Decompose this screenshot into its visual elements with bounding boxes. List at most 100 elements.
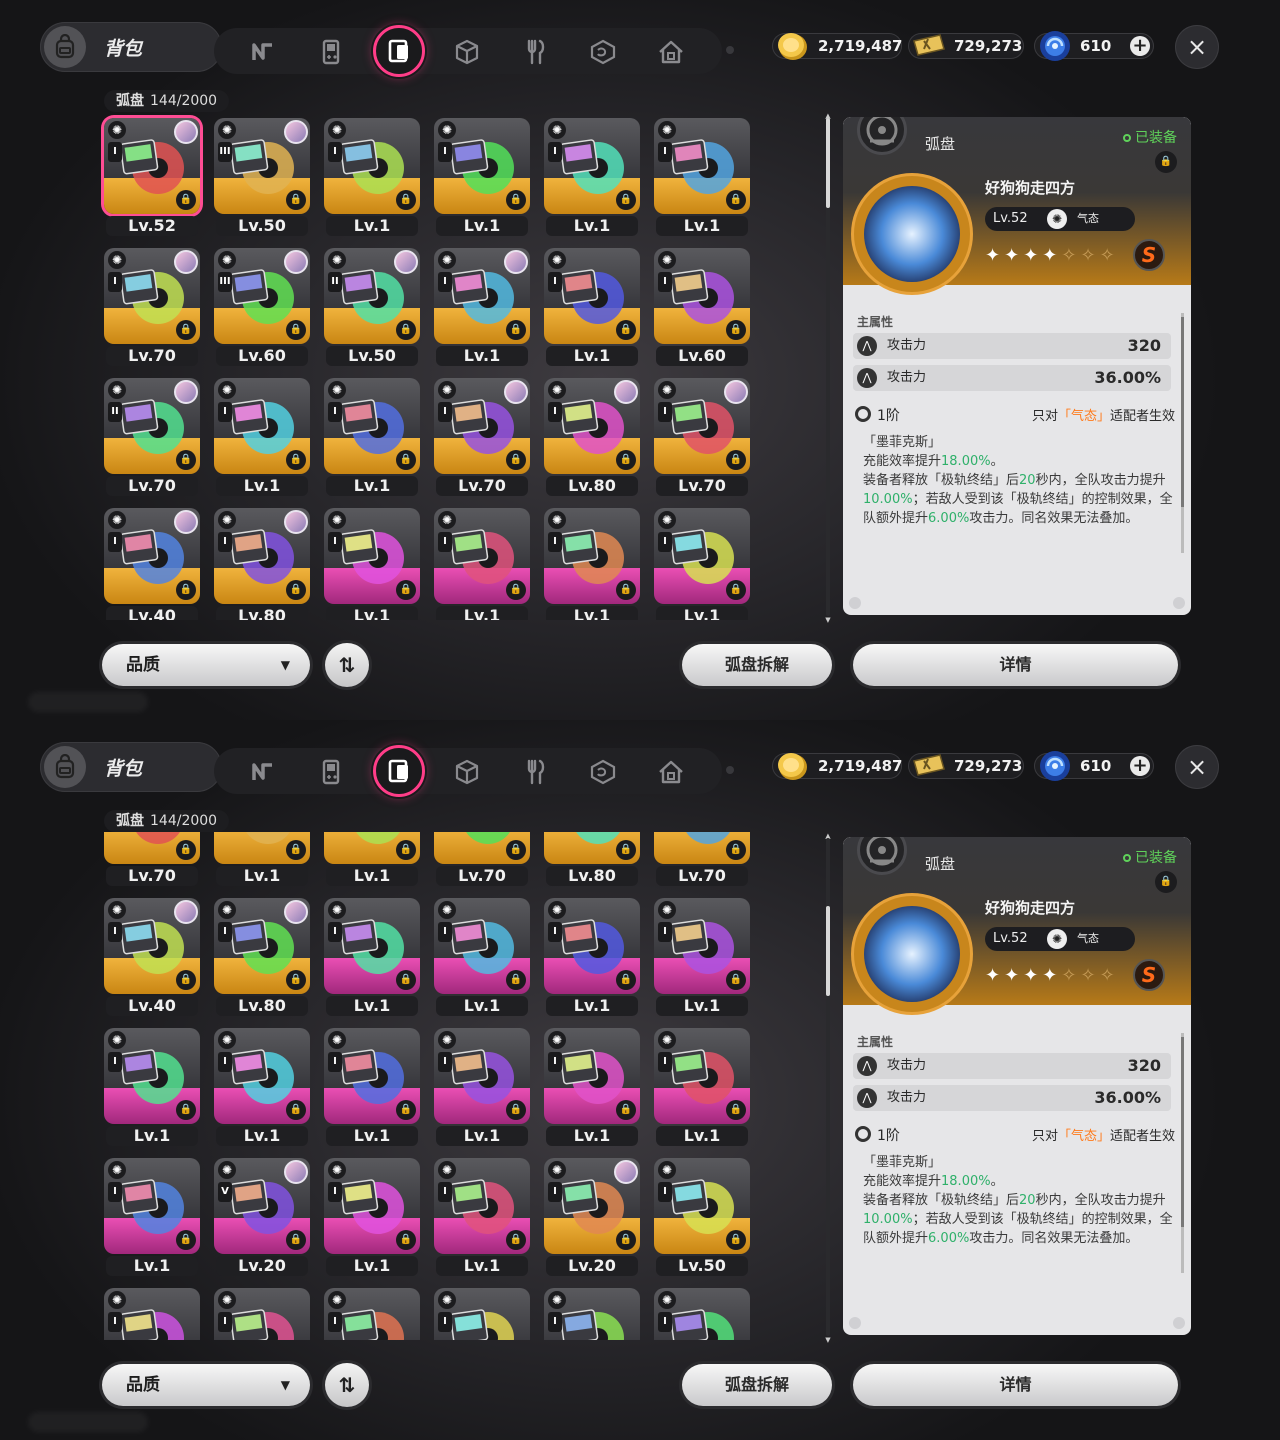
disc-card[interactable]: ✺ II 🔒: [104, 378, 200, 474]
disc-item[interactable]: ✺I🔒Lv.1: [324, 898, 420, 1016]
disc-item[interactable]: ✺I🔒Lv.1: [214, 832, 310, 886]
disc-item[interactable]: ✺I🔒Lv.1: [104, 1158, 200, 1276]
lock-icon[interactable]: 🔒: [616, 190, 636, 210]
disc-card[interactable]: ✺I🔒: [434, 1028, 530, 1124]
disc-card[interactable]: ✺I🔒: [544, 832, 640, 864]
disc-item[interactable]: ✺I🔒Lv.1: [434, 118, 530, 236]
disc-item[interactable]: ✺I🔒Lv.70: [654, 832, 750, 886]
lock-icon[interactable]: 🔒: [286, 1100, 306, 1120]
lock-icon[interactable]: 🔒: [286, 1230, 306, 1250]
lock-icon[interactable]: 🔒: [616, 320, 636, 340]
add-crystal-button[interactable]: +: [1130, 36, 1150, 56]
lock-icon[interactable]: 🔒: [506, 450, 526, 470]
disc-card[interactable]: ✺I🔒: [214, 378, 310, 474]
disc-card[interactable]: ✺I🔒: [324, 508, 420, 604]
cube-icon[interactable]: [450, 755, 484, 789]
disc-item[interactable]: ✺I🔒Lv.1: [434, 1158, 530, 1276]
lock-icon[interactable]: 🔒: [726, 1100, 746, 1120]
disc-card[interactable]: ✺ II 🔒: [324, 248, 420, 344]
handheld-console-icon[interactable]: [314, 755, 348, 789]
disc-card[interactable]: ✺I🔒: [434, 378, 530, 474]
disc-card[interactable]: ✺I🔒: [654, 508, 750, 604]
sort-toggle-button[interactable]: ⇅: [325, 1363, 369, 1407]
disc-card[interactable]: ✺I🔒: [654, 1288, 750, 1340]
disc-card[interactable]: ✺I🔒: [104, 1288, 200, 1340]
disc-item[interactable]: ✺I🔒: [104, 1288, 200, 1340]
disc-item[interactable]: ✺I🔒Lv.1: [654, 1028, 750, 1146]
disc-item[interactable]: ✺I🔒Lv.1: [324, 1028, 420, 1146]
disc-card[interactable]: ✺I🔒: [324, 1288, 420, 1340]
disc-card[interactable]: ✺I🔒: [544, 378, 640, 474]
lock-icon[interactable]: 🔒: [286, 970, 306, 990]
lock-icon[interactable]: 🔒: [176, 1230, 196, 1250]
disc-card[interactable]: ✺I🔒: [434, 898, 530, 994]
lock-icon[interactable]: 🔒: [726, 580, 746, 600]
quality-filter-dropdown[interactable]: 品质 ▼: [102, 644, 310, 686]
disc-item[interactable]: ✺ III 🔒 Lv.50: [214, 118, 310, 236]
disc-card[interactable]: ✺I🔒: [544, 1028, 640, 1124]
disc-item[interactable]: ✺I🔒Lv.1: [544, 248, 640, 366]
close-button[interactable]: ×: [1175, 25, 1219, 69]
box-swirl-icon[interactable]: [586, 755, 620, 789]
box-swirl-icon[interactable]: [586, 35, 620, 69]
disc-drive-icon[interactable]: [373, 25, 425, 77]
disc-item[interactable]: ✺I🔒Lv.1: [544, 1028, 640, 1146]
disc-item[interactable]: ✺I🔒Lv.1: [324, 118, 420, 236]
disc-item[interactable]: ✺I🔒Lv.1: [214, 378, 310, 496]
lock-icon[interactable]: 🔒: [286, 840, 306, 860]
lock-icon[interactable]: 🔒: [176, 580, 196, 600]
disc-item[interactable]: ✺ I 🔒 Lv.60: [654, 248, 750, 366]
details-button[interactable]: 详情: [853, 644, 1178, 686]
dismantle-button[interactable]: 弧盘拆解: [682, 1364, 832, 1406]
detail-scrollbar[interactable]: [1181, 1033, 1184, 1273]
disc-card[interactable]: ✺I🔒: [654, 378, 750, 474]
disc-item[interactable]: ✺ II 🔒 Lv.50: [324, 248, 420, 366]
cube-icon[interactable]: [450, 35, 484, 69]
disc-item[interactable]: ✺I🔒Lv.1: [544, 118, 640, 236]
lock-icon[interactable]: 🔒: [176, 840, 196, 860]
scroll-down-arrow[interactable]: ▼: [824, 1336, 832, 1344]
disc-item[interactable]: ✺I🔒Lv.1: [434, 508, 530, 620]
lock-icon[interactable]: 🔒: [176, 190, 196, 210]
house-icon[interactable]: [654, 755, 688, 789]
lock-icon[interactable]: 🔒: [286, 580, 306, 600]
disc-card[interactable]: ✺I🔒: [654, 118, 750, 214]
disc-item[interactable]: ✺ V 🔒 Lv.20: [214, 1158, 310, 1276]
disc-card[interactable]: ✺I🔒: [544, 248, 640, 344]
disc-item[interactable]: ✺ I 🔒 Lv.80: [214, 508, 310, 620]
lock-icon[interactable]: 🔒: [726, 320, 746, 340]
lock-icon[interactable]: 🔒: [726, 190, 746, 210]
lock-icon[interactable]: 🔒: [396, 580, 416, 600]
disc-item[interactable]: ✺ II 🔒 Lv.70: [104, 378, 200, 496]
disc-item[interactable]: ✺I🔒: [324, 1288, 420, 1340]
disc-item[interactable]: ✺I🔒Lv.1: [544, 508, 640, 620]
disc-item[interactable]: ✺I🔒Lv.70: [104, 248, 200, 366]
disc-card[interactable]: ✺I🔒: [544, 1158, 640, 1254]
sort-toggle-button[interactable]: ⇅: [325, 643, 369, 687]
lock-icon[interactable]: 🔒: [726, 1230, 746, 1250]
disc-item[interactable]: ✺I🔒Lv.70: [434, 832, 530, 886]
add-crystal-button[interactable]: +: [1130, 756, 1150, 776]
disc-card[interactable]: ✺ V 🔒: [214, 1158, 310, 1254]
disc-card[interactable]: ✺I🔒: [104, 1158, 200, 1254]
lock-icon[interactable]: 🔒: [506, 320, 526, 340]
disc-item[interactable]: ✺ I 🔒 Lv.80: [214, 898, 310, 1016]
disc-card[interactable]: ✺I🔒: [654, 1158, 750, 1254]
disc-card[interactable]: ✺ III 🔒: [214, 248, 310, 344]
disc-card[interactable]: ✺I🔒: [104, 1028, 200, 1124]
disc-card[interactable]: ✺I🔒: [434, 832, 530, 864]
disc-item[interactable]: ✺I🔒Lv.1: [654, 508, 750, 620]
disc-item[interactable]: ✺ I 🔒 Lv.40: [104, 508, 200, 620]
disc-card[interactable]: ✺I🔒: [654, 898, 750, 994]
disc-item[interactable]: ✺I🔒: [214, 1288, 310, 1340]
disc-item[interactable]: ✺I🔒: [544, 1288, 640, 1340]
disc-card[interactable]: ✺I🔒: [654, 248, 750, 344]
scrollbar[interactable]: [826, 118, 830, 616]
details-button[interactable]: 详情: [853, 1364, 1178, 1406]
lock-icon[interactable]: 🔒: [616, 450, 636, 470]
disc-card[interactable]: ✺I🔒: [544, 508, 640, 604]
disc-card[interactable]: ✺I🔒: [104, 248, 200, 344]
disc-item[interactable]: ✺I🔒Lv.1: [324, 1158, 420, 1276]
disc-card[interactable]: ✺I🔒: [434, 1158, 530, 1254]
disc-item[interactable]: ✺I🔒Lv.1: [324, 508, 420, 620]
